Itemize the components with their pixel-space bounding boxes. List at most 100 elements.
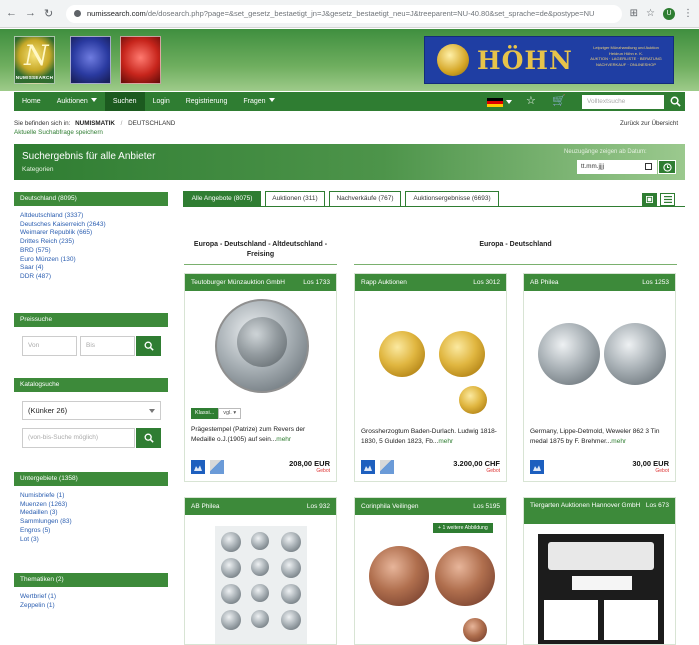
breadcrumb-numismatik[interactable]: NUMISMATIK <box>75 120 115 127</box>
search-icon <box>670 96 681 107</box>
catalog-number-input[interactable]: (von-bis-Suche möglich) <box>22 428 135 448</box>
link-engros[interactable]: Engros (5) <box>20 527 162 536</box>
link-euro[interactable]: Euro Münzen (130) <box>20 256 162 265</box>
lot-icons <box>361 460 394 474</box>
auction-icon[interactable] <box>530 460 544 474</box>
lot-card[interactable]: Rapp Auktionen Los 3012 Grossherzogtum Ba… <box>354 273 507 482</box>
advert-coin <box>437 44 469 76</box>
nav-suchen[interactable]: Suchen <box>104 92 145 111</box>
price-to-input[interactable]: Bis <box>80 336 135 356</box>
lot-image[interactable] <box>185 291 336 407</box>
more-link[interactable]: mehr <box>276 436 291 443</box>
classification-pill[interactable]: Klassi... vgl. ▾ <box>191 408 242 419</box>
link-zeppelin[interactable]: Zeppelin (1) <box>20 602 162 611</box>
card-header: Teutoburger Münzauktion GmbH Los 1733 <box>185 274 336 291</box>
link-muenzen[interactable]: Muenzen (1263) <box>20 501 162 510</box>
reload-icon[interactable]: ↻ <box>44 7 53 20</box>
link-brd[interactable]: BRD (575) <box>20 247 162 256</box>
lot-price: 208,00 EUR Gebot <box>289 459 330 474</box>
lot-card[interactable]: AB Philea Los 932 <box>184 497 337 645</box>
catalog-search-button[interactable] <box>136 428 161 448</box>
translate-icon[interactable]: ⊞ <box>630 8 638 19</box>
calendar-icon[interactable] <box>645 163 652 170</box>
bookmark-star-icon[interactable]: ☆ <box>646 8 655 19</box>
breadcrumb-deutschland[interactable]: DEUTSCHLAND <box>128 120 175 127</box>
lock-icon <box>74 10 81 17</box>
language-chevron-icon[interactable] <box>506 100 512 104</box>
link-saar[interactable]: Saar (4) <box>20 264 162 273</box>
tab-all[interactable]: Alle Angebote (8075) <box>183 191 261 207</box>
nav-fragen[interactable]: Fragen <box>235 92 282 111</box>
more-images-badge[interactable]: + 1 weitere Abbildung <box>433 523 493 533</box>
card-header: Corinphila Veilingen Los 5195 <box>355 498 506 515</box>
date-filter-button[interactable] <box>658 160 676 174</box>
search-icon <box>144 341 154 351</box>
auction-icon[interactable] <box>361 460 375 474</box>
panel-subareas: Untergebiete (1358) Numisbriefe (1) Muen… <box>14 472 168 544</box>
save-search-link[interactable]: Aktuelle Suchabfrage speichern <box>14 129 103 136</box>
auction-icon[interactable] <box>191 460 205 474</box>
tab-aftersales[interactable]: Nachverkäufe (767) <box>329 191 401 207</box>
grid-view-button[interactable] <box>642 193 657 206</box>
link-medaillen[interactable]: Medaillen (3) <box>20 509 162 518</box>
logo-caption: NUMISSEARCH <box>15 75 54 80</box>
forward-icon[interactable]: → <box>25 7 36 20</box>
price-from-input[interactable]: Von <box>22 336 77 356</box>
hoehn-advert[interactable]: HÖHN Leipziger Münzhandlung und Auktion … <box>424 36 674 84</box>
link-lot[interactable]: Lot (3) <box>20 536 162 545</box>
more-link[interactable]: mehr <box>438 438 453 445</box>
address-bar[interactable]: numissearch.com /de/dosearch.php?page=&s… <box>66 4 622 23</box>
lot-icons <box>530 460 544 474</box>
lot-image[interactable] <box>355 536 506 645</box>
map-icon[interactable] <box>380 460 394 474</box>
price-search-button[interactable] <box>136 336 161 356</box>
list-view-button[interactable] <box>660 193 675 206</box>
watchlist-star-icon[interactable]: ☆ <box>526 94 536 107</box>
nav-login[interactable]: Login <box>145 92 178 111</box>
lot-image[interactable] <box>524 291 675 421</box>
browser-toolbar: ← → ↻ numissearch.com /de/dosearch.php?p… <box>0 0 699 28</box>
lot-card[interactable]: Corinphila Veilingen Los 5195 + 1 weitere… <box>354 497 507 645</box>
panel-country: Deutschland (8095) Altdeutschland (3337)… <box>14 192 168 282</box>
link-drittes-reich[interactable]: Drittes Reich (235) <box>20 238 162 247</box>
link-altdeutschland[interactable]: Altdeutschland (3337) <box>20 212 162 221</box>
partner-logo-red[interactable] <box>120 36 161 84</box>
profile-avatar[interactable]: U <box>663 7 675 20</box>
back-icon[interactable]: ← <box>6 7 17 20</box>
catalog-select[interactable]: (Künker 26) <box>22 401 161 420</box>
lot-description: Germany, Lippe-Detmold, Weweler 862 3 Ti… <box>530 428 660 445</box>
link-sammlungen[interactable]: Sammlungen (83) <box>20 518 162 527</box>
numissearch-logo[interactable]: N NUMISSEARCH <box>14 36 55 84</box>
cart-icon[interactable]: 🛒 <box>552 94 566 107</box>
more-link[interactable]: mehr <box>611 438 626 445</box>
panel-themes: Thematiken (2) Wertbrief (1) Zeppelin (1… <box>14 573 168 610</box>
offer-tabs: Alle Angebote (8075) Auktionen (311) Nac… <box>183 191 685 207</box>
search-button[interactable] <box>665 92 685 111</box>
partner-logo-blue[interactable] <box>70 36 111 84</box>
lot-card[interactable]: AB Philea Los 1253 Germany, Lippe-Detmold… <box>523 273 676 482</box>
url-host: numissearch.com <box>87 9 146 18</box>
link-numisbriefe[interactable]: Numisbriefe (1) <box>20 492 162 501</box>
fulltext-search-input[interactable]: Volltextsuche <box>582 95 664 109</box>
link-ddr[interactable]: DDR (487) <box>20 273 162 282</box>
date-input[interactable]: tt.mm.jjjj <box>577 160 657 174</box>
menu-icon[interactable]: ⋮ <box>683 8 693 19</box>
lot-image[interactable] <box>355 291 506 421</box>
lot-card[interactable]: Tiergarten Auktionen Hannover GmbH Los 67… <box>523 497 676 645</box>
lot-card[interactable]: Teutoburger Münzauktion GmbH Los 1733 Kla… <box>184 273 337 482</box>
chevron-down-icon <box>149 409 155 413</box>
lot-image[interactable] <box>524 532 675 645</box>
lot-image[interactable] <box>185 522 336 645</box>
tab-auctions[interactable]: Auktionen (311) <box>265 191 325 207</box>
link-wertbrief[interactable]: Wertbrief (1) <box>20 593 162 602</box>
back-to-overview-link[interactable]: Zurück zur Übersicht <box>620 120 678 127</box>
tab-results[interactable]: Auktionsergebnisse (6693) <box>405 191 499 207</box>
german-flag-icon[interactable] <box>487 98 503 107</box>
nav-home[interactable]: Home <box>14 92 49 111</box>
nav-registrierung[interactable]: Registrierung <box>178 92 236 111</box>
chevron-down-icon <box>90 98 97 102</box>
link-kaiserreich[interactable]: Deutsches Kaiserreich (2643) <box>20 221 162 230</box>
map-icon[interactable] <box>210 460 224 474</box>
nav-auktionen[interactable]: Auktionen <box>49 92 105 111</box>
link-weimar[interactable]: Weimarer Republik (665) <box>20 229 162 238</box>
